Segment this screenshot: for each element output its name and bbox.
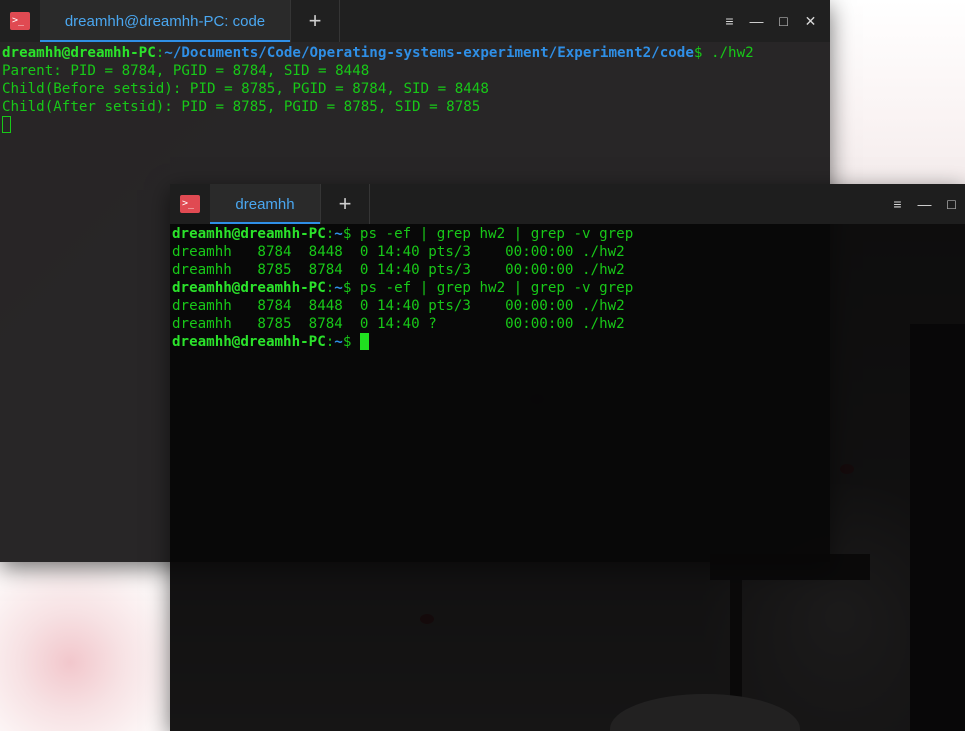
command-text: ./hw2 (702, 45, 754, 61)
prompt-separator: : (325, 280, 335, 296)
tab-label: dreamhh (235, 195, 295, 213)
output-line: Parent: PID = 8784, PGID = 8784, SID = 8… (2, 63, 370, 79)
output-line: Child(Before setsid): PID = 8785, PGID =… (2, 81, 489, 97)
output-line: dreamhh 8784 8448 0 14:40 pts/3 00:00:00… (172, 244, 625, 260)
close-icon[interactable]: ✕ (797, 0, 824, 42)
tab-dreamhh[interactable]: dreamhh (210, 184, 321, 224)
prompt-line: dreamhh@dreamhh-PC:~$ (172, 333, 965, 351)
titlebar-drag-area[interactable] (370, 184, 884, 224)
titlebar[interactable]: >_ dreamhh@dreamhh-PC: code + ≡ — □ ✕ (0, 0, 830, 42)
tab-code[interactable]: dreamhh@dreamhh-PC: code (40, 0, 291, 42)
prompt-user: dreamhh@dreamhh-PC (172, 280, 326, 296)
prompt-path: ~ (334, 334, 343, 350)
terminal-icon: >_ (170, 184, 210, 224)
add-tab-button[interactable]: + (321, 184, 370, 224)
prompt-path: ~ (334, 226, 343, 242)
cursor-line (2, 116, 830, 134)
command-text: ps -ef | grep hw2 | grep -v grep (351, 226, 634, 242)
prompt-line: dreamhh@dreamhh-PC:~$ ps -ef | grep hw2 … (172, 225, 965, 243)
prompt-separator: : (325, 334, 335, 350)
output-line: dreamhh 8785 8784 0 14:40 pts/3 00:00:00… (172, 262, 625, 278)
maximize-icon[interactable]: □ (770, 0, 797, 42)
output-line: dreamhh 8784 8448 0 14:40 pts/3 00:00:00… (172, 298, 625, 314)
wallpaper-top-right (830, 0, 965, 190)
titlebar-drag-area[interactable] (340, 0, 716, 42)
text-cursor (2, 116, 11, 133)
command-text: ps -ef | grep hw2 | grep -v grep (351, 280, 634, 296)
tab-label: dreamhh@dreamhh-PC: code (64, 12, 266, 30)
titlebar[interactable]: >_ dreamhh + ≡ — □ (170, 184, 965, 224)
prompt-line: dreamhh@dreamhh-PC:~$ ps -ef | grep hw2 … (172, 279, 965, 297)
menu-icon[interactable]: ≡ (716, 0, 743, 42)
prompt-path: ~/Documents/Code/Operating-systems-exper… (164, 45, 694, 61)
output-line: dreamhh 8785 8784 0 14:40 ? 00:00:00 ./h… (172, 316, 625, 332)
prompt-user: dreamhh@dreamhh-PC (2, 45, 156, 61)
prompt-user: dreamhh@dreamhh-PC (172, 226, 326, 242)
wallpaper-blossom-left (0, 560, 175, 731)
menu-icon[interactable]: ≡ (884, 184, 911, 224)
terminal-window-home[interactable]: >_ dreamhh + ≡ — □ dreamhh@dreamhh-PC:~$… (170, 184, 965, 731)
terminal-output[interactable]: dreamhh@dreamhh-PC:~/Documents/Code/Oper… (2, 44, 830, 134)
minimize-icon[interactable]: — (743, 0, 770, 42)
prompt-separator: : (155, 45, 165, 61)
terminal-output[interactable]: dreamhh@dreamhh-PC:~$ ps -ef | grep hw2 … (172, 225, 965, 351)
add-tab-button[interactable]: + (291, 0, 340, 42)
text-cursor (359, 333, 369, 350)
prompt-user: dreamhh@dreamhh-PC (172, 334, 326, 350)
prompt-separator: : (325, 226, 335, 242)
terminal-icon: >_ (0, 0, 40, 42)
prompt-line: dreamhh@dreamhh-PC:~/Documents/Code/Oper… (2, 44, 830, 62)
prompt-path: ~ (334, 280, 343, 296)
maximize-icon[interactable]: □ (938, 184, 965, 224)
output-line: Child(After setsid): PID = 8785, PGID = … (2, 99, 481, 115)
minimize-icon[interactable]: — (911, 184, 938, 224)
